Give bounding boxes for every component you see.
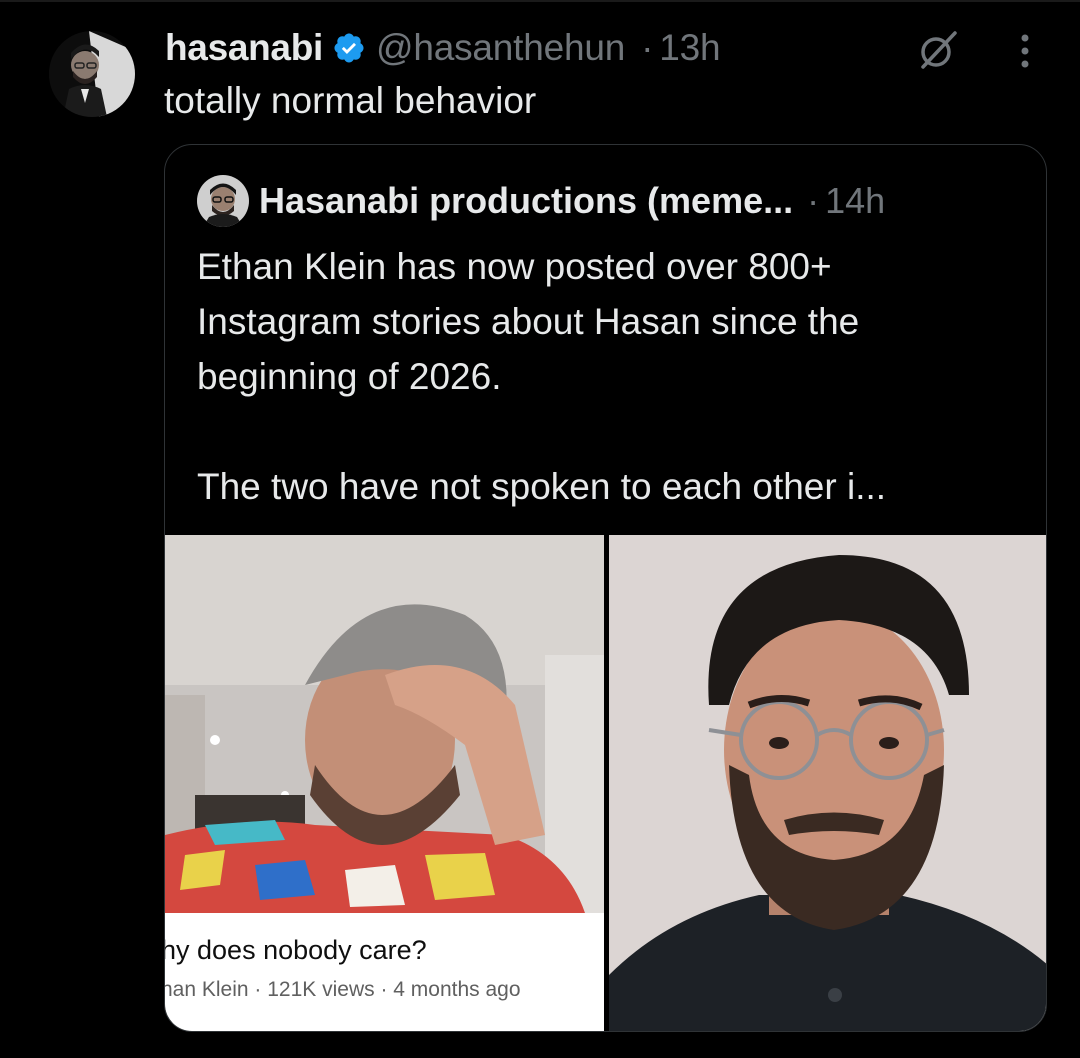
tweet-header: hasanabi @hasanthehun · 13h [165, 23, 721, 73]
top-divider [0, 0, 1080, 2]
quoted-text-line: The two have not spoken to each other i.… [197, 466, 887, 507]
ethan-photo [165, 535, 604, 913]
separator-dot: · [641, 27, 654, 68]
quoted-timestamp[interactable]: 14h [825, 180, 885, 222]
quoted-author-avatar [197, 175, 249, 227]
quoted-tweet-text: Ethan Klein has now posted over 800+ Ins… [197, 239, 1027, 514]
media-image-right[interactable] [609, 535, 1046, 1031]
quoted-text-line: beginning of 2026. [197, 356, 502, 397]
video-meta: han Klein · 121K views · 4 months ago [165, 978, 521, 1001]
tweet-text: totally normal behavior [164, 80, 537, 121]
author-avatar[interactable] [49, 31, 135, 117]
media-image-left[interactable]: hy does nobody care? han Klein · 121K vi… [165, 535, 604, 1031]
video-title: hy does nobody care? [165, 935, 427, 965]
tweet-timestamp[interactable]: 13h [659, 27, 720, 69]
quoted-tweet-header: Hasanabi productions (meme... · 14h [197, 173, 885, 229]
quoted-text-line: Ethan Klein has now posted over 800+ [197, 246, 832, 287]
quoted-author-name[interactable]: Hasanabi productions (meme... [259, 180, 793, 222]
quoted-separator-dot: · [807, 180, 820, 221]
hasan-portrait-photo [609, 535, 1046, 1031]
verified-badge-icon [332, 31, 366, 65]
quoted-media-grid: hy does nobody care? han Klein · 121K vi… [165, 535, 1046, 1031]
author-handle[interactable]: @hasanthehun [376, 27, 625, 69]
quoted-tweet[interactable]: Hasanabi productions (meme... · 14h Etha… [164, 144, 1047, 1032]
more-options-icon[interactable] [1011, 32, 1039, 70]
author-avatar-image [49, 31, 135, 117]
grok-icon[interactable] [915, 27, 961, 73]
quoted-text-line: Instagram stories about Hasan since the [197, 301, 860, 342]
author-display-name[interactable]: hasanabi [165, 27, 323, 69]
